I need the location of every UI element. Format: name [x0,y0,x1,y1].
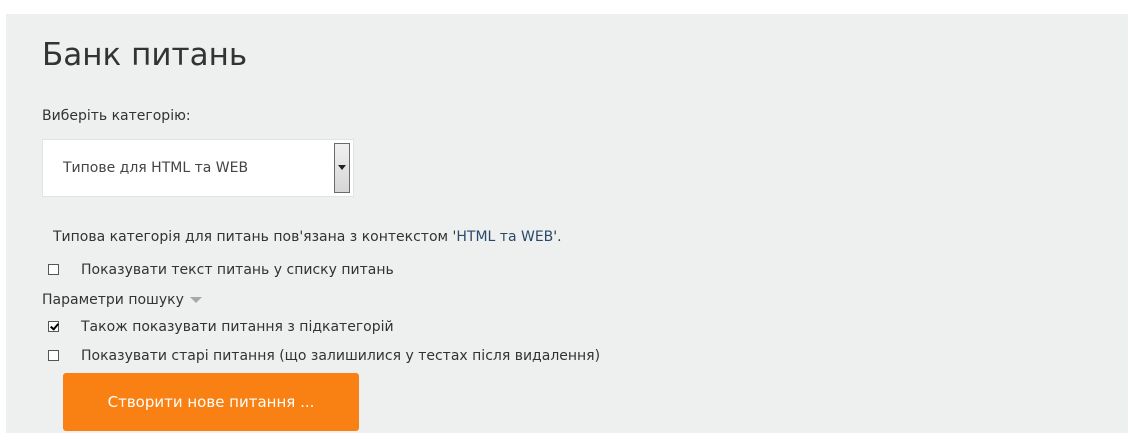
caret-down-icon[interactable] [189,297,202,303]
category-info-suffix: '. [553,229,562,245]
include-subcategories-label[interactable]: Також показувати питання з підкатегорій [81,318,394,336]
category-info-text: Типова категорія для питань пов'язана з … [53,229,562,245]
category-select-value: Типове для HTML та WEB [63,160,249,176]
chevron-down-icon[interactable] [334,143,350,193]
search-options-toggle[interactable]: Параметри пошуку [42,292,202,308]
question-bank-panel [6,14,1128,433]
include-subcategories-checkbox[interactable] [48,321,59,332]
create-question-button[interactable]: Створити нове питання ... [63,373,359,431]
show-question-text-label[interactable]: Показувати текст питань у списку питань [81,261,394,279]
search-options-label[interactable]: Параметри пошуку [42,292,184,308]
category-select[interactable]: Типове для HTML та WEB [42,139,354,197]
page-title: Банк питань [42,37,248,73]
category-select-label: Виберіть категорію: [42,108,191,124]
context-link[interactable]: HTML та WEB [456,229,553,245]
show-hidden-questions-checkbox[interactable] [48,350,59,361]
show-hidden-questions-label[interactable]: Показувати старі питання (що залишилися … [81,347,600,365]
category-info-prefix: Типова категорія для питань пов'язана з … [53,229,457,245]
show-question-text-checkbox[interactable] [48,264,59,275]
